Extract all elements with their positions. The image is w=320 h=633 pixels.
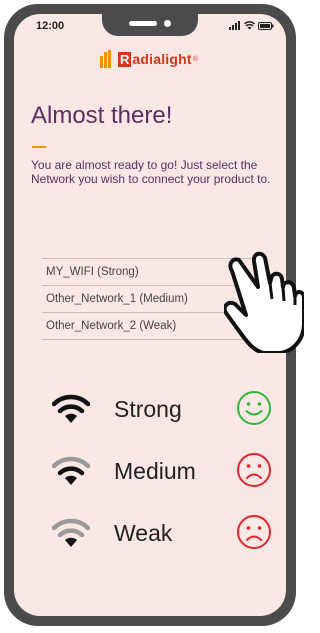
sad-face-icon	[237, 453, 271, 487]
legend-row-medium: Medium	[52, 440, 286, 502]
signal-legend: Strong Medium Weak	[52, 378, 286, 564]
signal-icon	[229, 21, 240, 30]
camera	[164, 20, 171, 27]
wifi-medium-icon	[52, 456, 90, 485]
title-divider	[32, 146, 46, 148]
page-description: You are almost ready to go! Just select …	[31, 158, 271, 186]
legend-label: Medium	[114, 457, 196, 484]
logo-letter: R	[118, 51, 132, 67]
status-icons	[229, 21, 274, 30]
pointing-hand-icon	[224, 251, 304, 353]
happy-face-icon	[237, 391, 271, 425]
battery-icon	[258, 21, 274, 30]
legend-row-strong: Strong	[52, 378, 286, 440]
radialight-logo: R adialight ®	[100, 50, 198, 68]
page-title: Almost there!	[31, 102, 173, 129]
notch	[102, 14, 198, 36]
speaker	[129, 21, 157, 26]
status-time: 12:00	[36, 20, 65, 32]
legend-label: Weak	[114, 519, 173, 546]
legend-label: Strong	[114, 395, 182, 422]
logo-registered: ®	[192, 55, 198, 63]
sad-face-icon	[237, 515, 271, 549]
wifi-status-icon	[244, 21, 255, 30]
legend-row-weak: Weak	[52, 502, 286, 564]
wifi-strong-icon	[52, 394, 90, 423]
wifi-weak-icon	[52, 518, 90, 547]
logo-text: adialight	[132, 51, 192, 67]
logo-bars-icon	[100, 50, 116, 68]
